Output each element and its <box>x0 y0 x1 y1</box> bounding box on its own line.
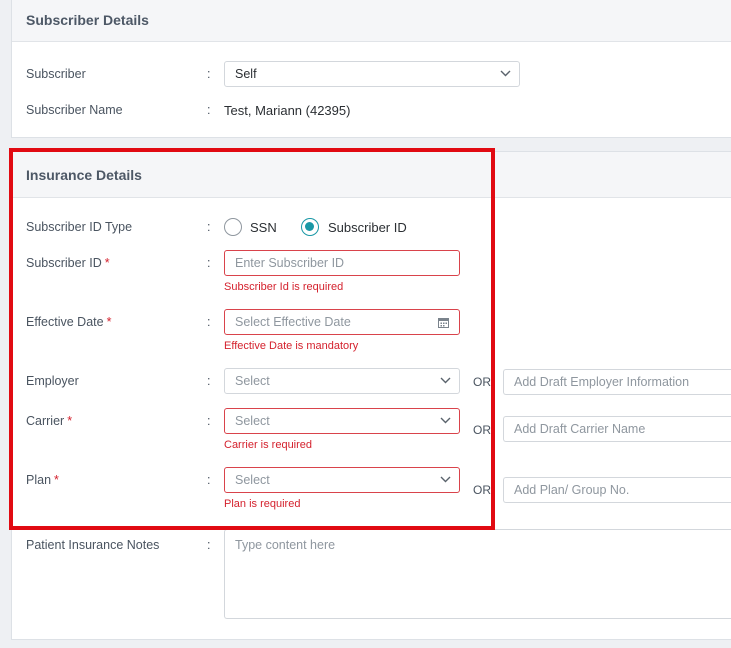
plan-error: Plan is required <box>224 498 301 510</box>
calendar-icon[interactable] <box>438 317 449 328</box>
draft-carrier-input[interactable]: Add Draft Carrier Name <box>503 416 731 442</box>
effective-date-error: Effective Date is mandatory <box>224 340 359 352</box>
carrier-label: Carrier * <box>26 414 73 428</box>
effective-date-placeholder: Select Effective Date <box>235 315 351 329</box>
chevron-down-icon <box>500 70 511 79</box>
colon: : <box>207 67 211 81</box>
patient-insurance-notes-textarea[interactable]: Type content here <box>224 529 731 619</box>
subscriber-id-input[interactable]: Enter Subscriber ID <box>224 250 460 276</box>
carrier-select[interactable]: Select <box>224 408 460 434</box>
subscriber-id-radio-label[interactable]: Subscriber ID <box>328 220 407 235</box>
plan-label: Plan * <box>26 473 59 487</box>
subscriber-label: Subscriber <box>26 67 86 81</box>
subscriber-id-placeholder: Enter Subscriber ID <box>235 256 345 270</box>
subscriber-id-error: Subscriber Id is required <box>224 281 344 293</box>
insurance-details-card: Insurance Details Subscriber ID Type : S… <box>11 151 731 640</box>
ssn-radio[interactable] <box>224 218 242 236</box>
employer-label: Employer <box>26 374 79 388</box>
subscriber-name-label: Subscriber Name <box>26 103 123 117</box>
colon: : <box>207 315 211 329</box>
plan-or: OR <box>473 483 491 497</box>
carrier-select-placeholder: Select <box>235 414 270 428</box>
colon: : <box>207 538 211 552</box>
subscriber-id-label: Subscriber ID * <box>26 256 110 270</box>
draft-carrier-placeholder: Add Draft Carrier Name <box>514 422 646 436</box>
chevron-down-icon <box>440 417 451 426</box>
draft-employer-placeholder: Add Draft Employer Information <box>514 375 690 389</box>
subscriber-id-type-label: Subscriber ID Type <box>26 220 133 234</box>
subscriber-select[interactable]: Self <box>224 61 520 87</box>
subscriber-details-card: Subscriber Details Subscriber : Self Sub… <box>11 0 731 138</box>
effective-date-label: Effective Date * <box>26 315 112 329</box>
subscriber-name-value: Test, Mariann (42395) <box>224 103 351 118</box>
colon: : <box>207 414 211 428</box>
colon: : <box>207 374 211 388</box>
carrier-or: OR <box>473 423 491 437</box>
subscriber-id-radio[interactable] <box>301 218 319 236</box>
patient-insurance-notes-label: Patient Insurance Notes <box>26 538 160 552</box>
effective-date-input[interactable]: Select Effective Date <box>224 309 460 335</box>
ssn-radio-label[interactable]: SSN <box>250 220 277 235</box>
chevron-down-icon <box>440 377 451 386</box>
plan-group-placeholder: Add Plan/ Group No. <box>514 483 630 497</box>
chevron-down-icon <box>440 476 451 485</box>
colon: : <box>207 256 211 270</box>
employer-select-placeholder: Select <box>235 374 270 388</box>
plan-select[interactable]: Select <box>224 467 460 493</box>
carrier-error: Carrier is required <box>224 439 313 451</box>
employer-or: OR <box>473 375 491 389</box>
notes-placeholder: Type content here <box>235 538 336 552</box>
insurance-details-title: Insurance Details <box>12 152 731 198</box>
colon: : <box>207 473 211 487</box>
colon: : <box>207 103 211 117</box>
subscriber-details-title: Subscriber Details <box>12 0 731 42</box>
draft-employer-input[interactable]: Add Draft Employer Information <box>503 369 731 395</box>
colon: : <box>207 220 211 234</box>
employer-select[interactable]: Select <box>224 368 460 394</box>
plan-select-placeholder: Select <box>235 473 270 487</box>
subscriber-select-value: Self <box>235 67 257 81</box>
plan-group-input[interactable]: Add Plan/ Group No. <box>503 477 731 503</box>
